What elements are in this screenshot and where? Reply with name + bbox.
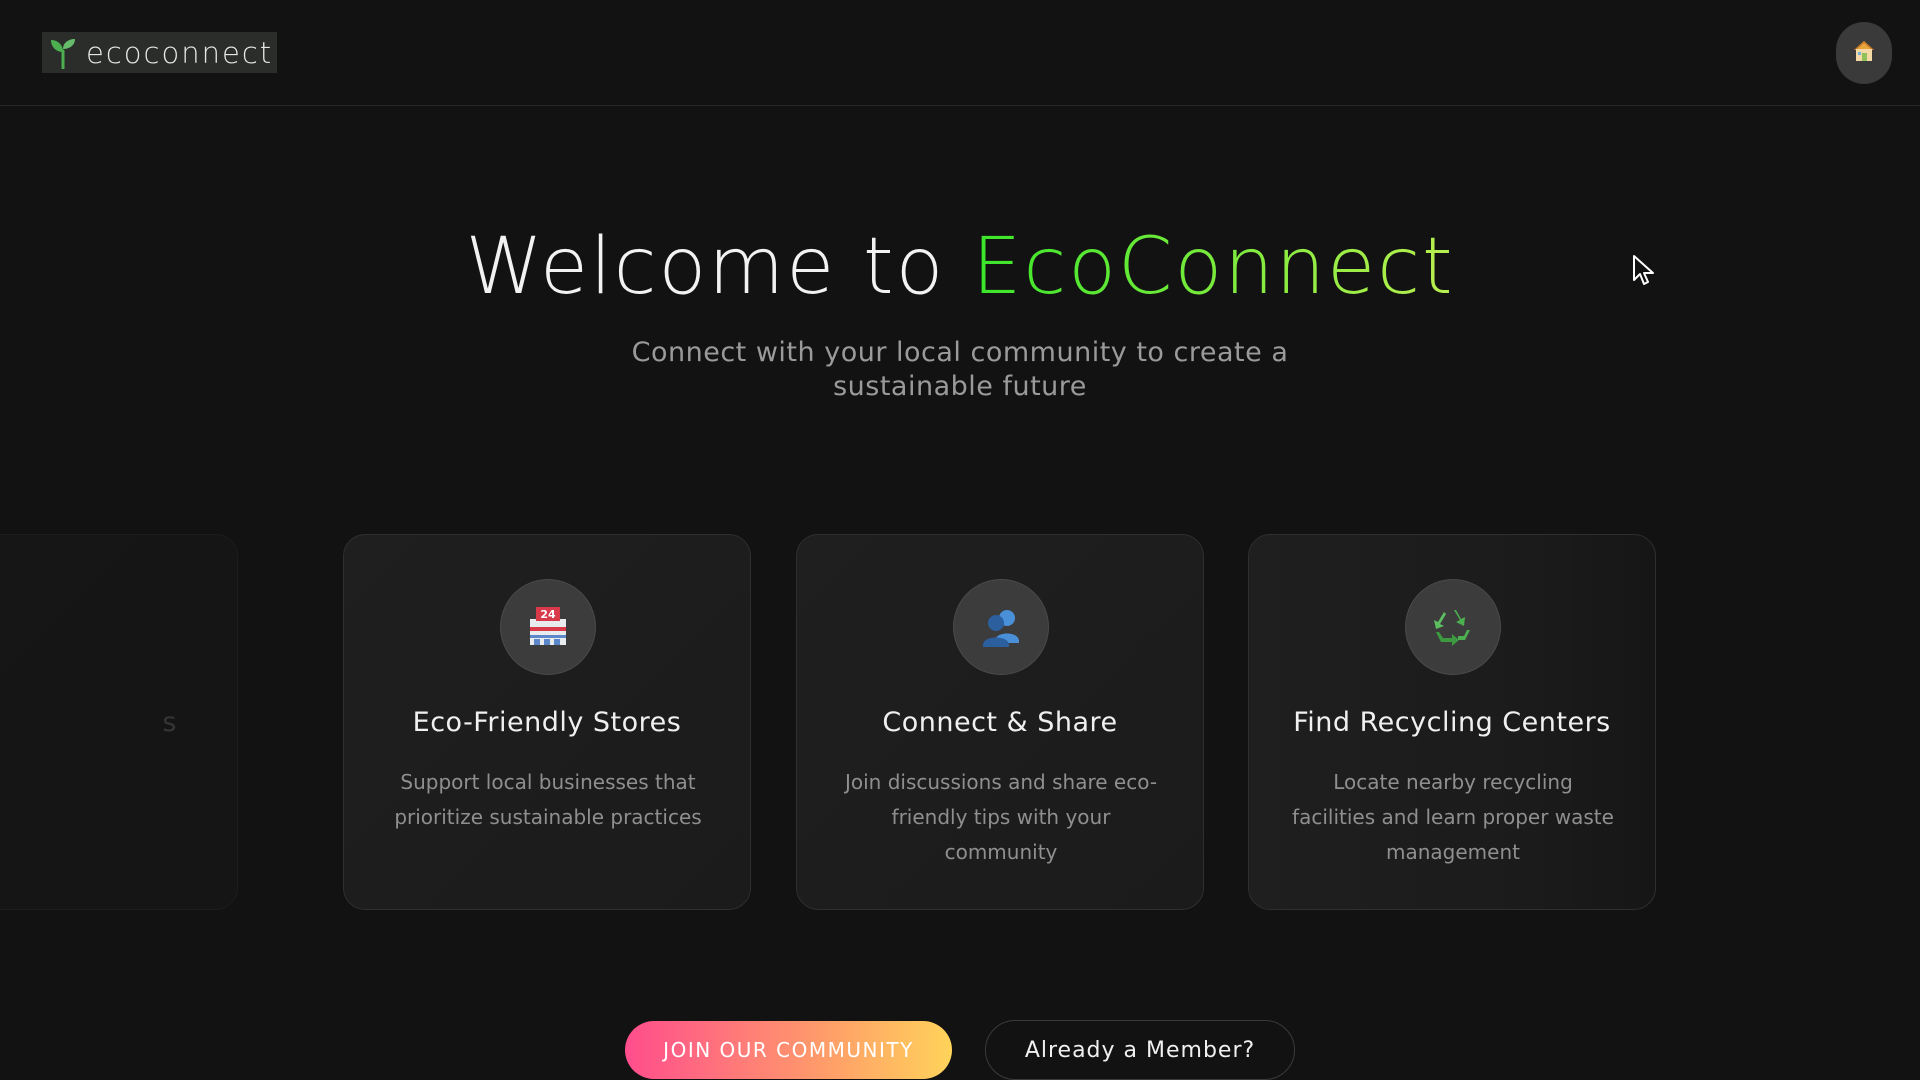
feature-card-description: Locate nearby recycling facilities and l… — [1292, 770, 1614, 864]
feature-card-title: Eco-Friendly Stores — [412, 707, 682, 738]
feature-card-stores[interactable]: 24 Eco-Friendly Stores Support local bus… — [343, 534, 751, 910]
already-member-button[interactable]: Already a Member? — [985, 1020, 1295, 1080]
feature-card-description: Join discussions and share eco-friendly … — [844, 770, 1158, 864]
people-icon — [953, 579, 1049, 675]
mouse-cursor-icon — [1632, 254, 1658, 292]
recycle-icon — [1405, 579, 1501, 675]
hero-subtitle: Connect with your local community to cre… — [631, 337, 1289, 402]
join-community-button[interactable]: JOIN OUR COMMUNITY — [625, 1021, 952, 1079]
feature-card-title: Find Recycling Centers — [1293, 707, 1611, 738]
house-icon — [1851, 38, 1877, 68]
feature-card-recycling[interactable]: Find Recycling Centers Locate nearby rec… — [1248, 534, 1656, 910]
logo[interactable]: ecoconnect — [42, 32, 278, 73]
feature-card-partial[interactable]: s — [0, 534, 238, 910]
feature-card-connect[interactable]: Connect & Share Join discussions and sha… — [796, 534, 1204, 910]
feature-card-description: Support local businesses that prioritize… — [394, 770, 702, 829]
store-24-icon: 24 — [500, 579, 596, 675]
hero-title-prefix: Welcome to — [465, 222, 946, 312]
top-nav: ecoconnect — [0, 0, 1920, 106]
feature-card-title: Connect & Share — [882, 707, 1118, 738]
home-button[interactable] — [1836, 22, 1892, 84]
svg-text:24: 24 — [540, 608, 556, 621]
seedling-icon — [46, 36, 80, 70]
features-carousel: s 24 Eco-Friendly Stores Support local b… — [0, 534, 1920, 910]
hero-title-brand: EcoConnect — [972, 222, 1455, 312]
logo-text: ecoconnect — [86, 35, 274, 70]
feature-card-title: s — [162, 707, 177, 738]
page: ecoconnect Welcome to EcoConnect Connect… — [0, 0, 1920, 1080]
